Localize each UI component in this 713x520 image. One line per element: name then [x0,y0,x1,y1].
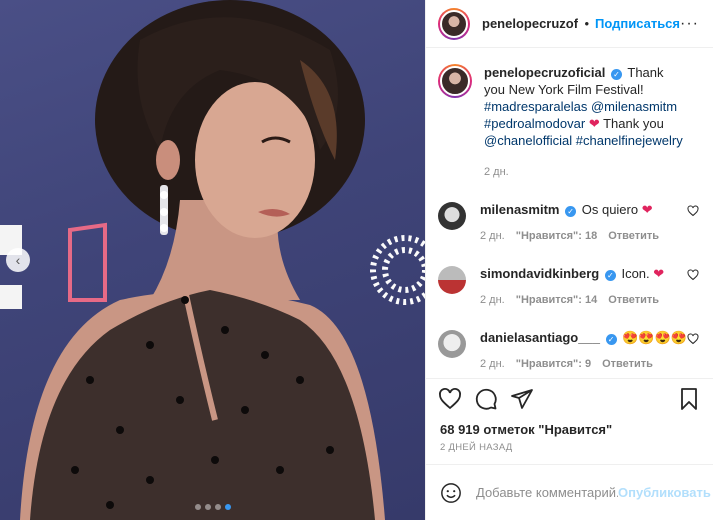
comment-avatar[interactable] [438,202,466,230]
comment-username[interactable]: simondavidkinberg [480,266,599,281]
publish-button[interactable]: Опубликовать [618,485,711,500]
hashtag-link[interactable]: #madresparalelas [484,99,587,114]
comment-avatar[interactable] [438,330,466,358]
comment-time[interactable]: 2 дн. [480,228,505,245]
carousel-indicator [0,504,425,510]
caption-thanks: Thank you [603,116,664,131]
comment-username[interactable]: danielasantiago___ [480,330,600,345]
comment-username[interactable]: milenasmitm [480,202,559,217]
comment-avatar[interactable] [438,266,466,294]
reply-button[interactable]: Ответить [602,356,653,373]
comment-likes-count[interactable]: "Нравится": 14 [516,292,597,309]
comment-time[interactable]: 2 дн. [480,292,505,309]
verified-badge-icon: ✓ [605,334,617,345]
comment-emoji: ❤ [641,202,653,217]
comments-list: penelopecruzoficial ✓ Thank you New York… [426,48,713,378]
comment-emoji: 😍😍😍😍 [622,330,687,345]
verified-badge-icon: ✓ [604,270,616,281]
comment-item: milenasmitm ✓ Os quiero ❤ 2 дн. "Нравитс… [438,201,699,245]
comment-likes-count[interactable]: "Нравится": 9 [516,356,591,373]
heart-icon[interactable] [438,387,462,411]
post-date[interactable]: 2 ДНЕЙ НАЗАД [426,440,713,464]
photo-illustration [0,0,425,520]
verified-badge-icon: ✓ [565,206,577,217]
header-separator: • [584,16,589,31]
carousel-dot [194,504,201,510]
caption-body: penelopecruzoficial ✓ Thank you New York… [484,64,684,181]
hashtag-link[interactable]: #pedroalmodovar [484,116,585,131]
likes-count[interactable]: 68 919 отметок "Нравится" [426,418,713,440]
comment-body: danielasantiago___ ✓ 😍😍😍😍 2 дн. "Нравитс… [480,329,690,373]
author-username[interactable]: penelopecruzoficial [482,16,578,31]
comment-time[interactable]: 2 дн. [480,356,505,373]
comment-likes-count[interactable]: "Нравится": 18 [516,228,597,245]
post-caption: penelopecruzoficial ✓ Thank you New York… [438,64,699,181]
carousel-dot-active [224,504,231,510]
comment-item: simondavidkinberg ✓ Icon. ❤ 2 дн. "Нрави… [438,265,699,309]
heart-emoji-icon: ❤ [588,116,600,131]
heart-icon[interactable] [687,269,699,281]
instagram-post: ‹ penelopecruzoficial • Подписаться ··· … [0,0,713,520]
verified-badge-icon: ✓ [611,69,622,80]
comment-icon[interactable] [474,387,498,411]
heart-icon[interactable] [687,333,699,345]
comment-item: danielasantiago___ ✓ 😍😍😍😍 2 дн. "Нравитс… [438,329,699,373]
carousel-dot [204,504,211,510]
post-photo[interactable]: ‹ [0,0,425,520]
author-avatar[interactable] [438,7,470,40]
reply-button[interactable]: Ответить [608,292,659,309]
mention-link[interactable]: @chanelofficial [484,133,572,148]
follow-button[interactable]: Подписаться [595,16,680,31]
smiley-icon[interactable] [440,482,462,504]
heart-icon[interactable] [687,205,699,217]
carousel-dot [214,504,221,510]
comment-emoji: ❤ [653,266,665,281]
post-header: penelopecruzoficial • Подписаться ··· [426,0,713,48]
comment-text: Icon. [621,266,650,281]
comment-meta: 2 дн. "Нравится": 14 Ответить [480,292,690,309]
comment-body: simondavidkinberg ✓ Icon. ❤ 2 дн. "Нрави… [480,265,690,309]
post-side-panel: penelopecruzoficial • Подписаться ··· pe… [425,0,713,520]
more-options-icon[interactable]: ··· [680,15,699,33]
add-comment-bar: Опубликовать [426,464,713,520]
comment-meta: 2 дн. "Нравится": 9 Ответить [480,356,690,373]
comment-text: Os quiero [581,202,639,217]
chevron-left-icon: ‹ [15,252,21,268]
mention-link[interactable]: @milenasmitm [591,99,677,114]
carousel-prev-button[interactable]: ‹ [6,248,30,272]
post-action-bar [426,378,713,418]
bookmark-icon[interactable] [677,387,701,411]
hashtag-link[interactable]: #chanelfinejewelry [576,133,683,148]
caption-avatar[interactable] [438,64,472,98]
caption-username[interactable]: penelopecruzoficial [484,65,605,80]
share-icon[interactable] [510,387,534,411]
comment-meta: 2 дн. "Нравится": 18 Ответить [480,228,690,245]
comment-body: milenasmitm ✓ Os quiero ❤ 2 дн. "Нравитс… [480,201,690,245]
comment-input[interactable] [476,485,618,500]
reply-button[interactable]: Ответить [608,228,659,245]
caption-time[interactable]: 2 дн. [484,164,684,181]
